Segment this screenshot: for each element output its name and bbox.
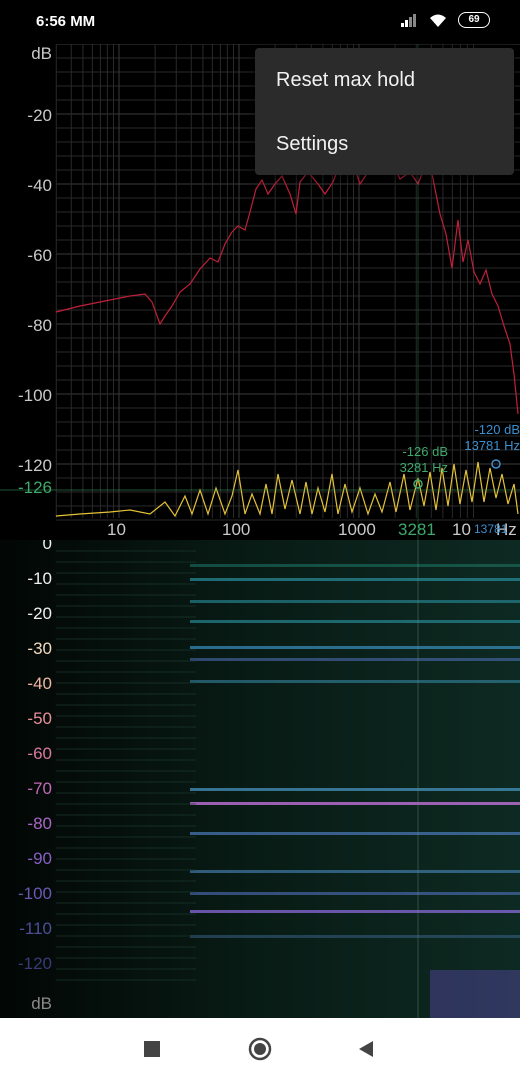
- y-tick: -60: [27, 246, 52, 265]
- wifi-icon: [430, 14, 446, 27]
- y-tick: -100: [17, 386, 52, 405]
- y-tick: -20: [27, 106, 52, 125]
- overflow-menu: Reset max hold Settings: [255, 48, 514, 175]
- sg-label: -70: [27, 779, 52, 798]
- y-unit-label: dB: [31, 44, 52, 63]
- marker-right-readout: -120 dB 13781 Hz: [464, 422, 520, 453]
- back-icon: [359, 1041, 373, 1057]
- recents-icon: [144, 1041, 160, 1057]
- x-tick: 10: [107, 520, 126, 539]
- sg-label: -50: [27, 709, 52, 728]
- spectrogram-plot[interactable]: 0 -10 -20 -30 -40 -50 -60 -70 -80 -90 -1…: [0, 540, 520, 1018]
- marker-left-readout: -126 dB 3281 Hz: [399, 444, 448, 475]
- battery-icon: 69: [458, 12, 490, 28]
- sg-label: -120: [17, 954, 52, 973]
- sg-label: -40: [27, 674, 52, 693]
- recents-button[interactable]: [122, 1018, 182, 1080]
- status-icons: 69: [400, 12, 490, 28]
- home-icon: [248, 1037, 272, 1061]
- sg-label: -100: [17, 884, 52, 903]
- sg-label: -80: [27, 814, 52, 833]
- sg-label: -90: [27, 849, 52, 868]
- sg-label: -10: [27, 569, 52, 588]
- sg-label: -60: [27, 744, 52, 763]
- signal-icon: [401, 14, 416, 27]
- x-tick: 1000: [338, 520, 376, 539]
- status-bar: 6:56 MM 69: [0, 0, 520, 44]
- y-tick: -40: [27, 176, 52, 195]
- y-tick: -120: [17, 456, 52, 475]
- sg-label: -110: [19, 919, 52, 938]
- x-tick: 100: [222, 520, 251, 539]
- x-tick-partial: 10: [452, 520, 471, 539]
- y-tick: -80: [27, 316, 52, 335]
- max-hold-curve: [55, 152, 519, 415]
- menu-item-reset-max-hold[interactable]: Reset max hold: [276, 69, 415, 92]
- spectrogram-image: [0, 540, 520, 1018]
- back-button[interactable]: [336, 1018, 396, 1080]
- menu-item-settings[interactable]: Settings: [276, 133, 348, 156]
- cursor-freq-label: 3281: [398, 520, 436, 539]
- home-button[interactable]: [230, 1018, 290, 1080]
- status-time: 6:56 MM: [36, 13, 96, 30]
- sg-label: 0: [42, 540, 52, 553]
- sg-label: -30: [27, 639, 52, 658]
- navigation-bar: [0, 1018, 520, 1080]
- cursor-db-label: -126: [17, 478, 52, 497]
- sg-label: -20: [27, 604, 52, 623]
- sg-unit-label: dB: [31, 994, 52, 1013]
- live-spectrum-curve: [55, 461, 519, 518]
- cursor-freq-right-label: 13781: [474, 522, 508, 536]
